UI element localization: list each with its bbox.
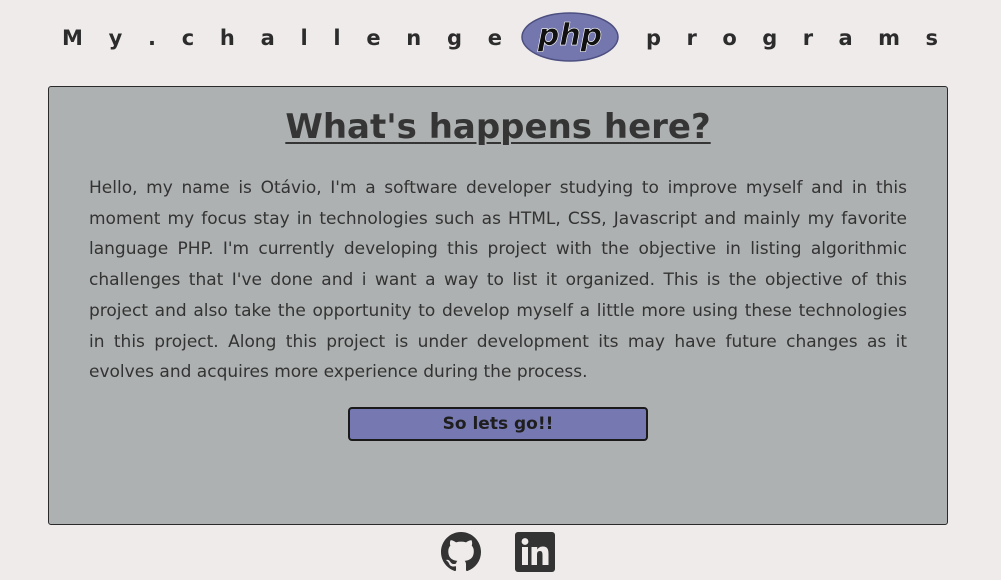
title-letter: n [406,26,422,50]
github-icon[interactable] [441,532,481,572]
php-logo: php [521,12,619,62]
title-letter: l [333,26,341,50]
title-letter: M [62,26,83,50]
title-letter: y [108,26,123,50]
site-title-right: programs [646,26,938,50]
lets-go-button[interactable]: So lets go!! [348,407,648,441]
title-letter: m [878,26,901,50]
title-letter: e [487,26,502,50]
title-letter: s [925,26,938,50]
title-letter: r [802,26,814,50]
site-title-left: My.challenge [62,26,502,50]
intro-card: What's happens here? Hello, my name is O… [48,86,948,525]
title-letter: g [762,26,778,50]
intro-text: Hello, my name is Otávio, I'm a software… [89,178,907,383]
card-title: What's happens here? [285,107,711,147]
title-letter: g [446,26,463,50]
linkedin-icon[interactable] [515,532,555,572]
title-letter: a [838,26,853,50]
title-letter: c [181,26,195,50]
php-logo-text: php [537,18,602,53]
title-letter: p [646,26,662,50]
title-letter: r [686,26,697,50]
title-letter: l [300,26,308,50]
title-letter: h [219,26,235,50]
title-letter: e [366,26,381,50]
site-header: My.challenge php programs [0,0,1001,84]
title-letter: o [722,26,737,50]
title-letter: . [148,26,157,50]
title-letter: a [260,26,275,50]
